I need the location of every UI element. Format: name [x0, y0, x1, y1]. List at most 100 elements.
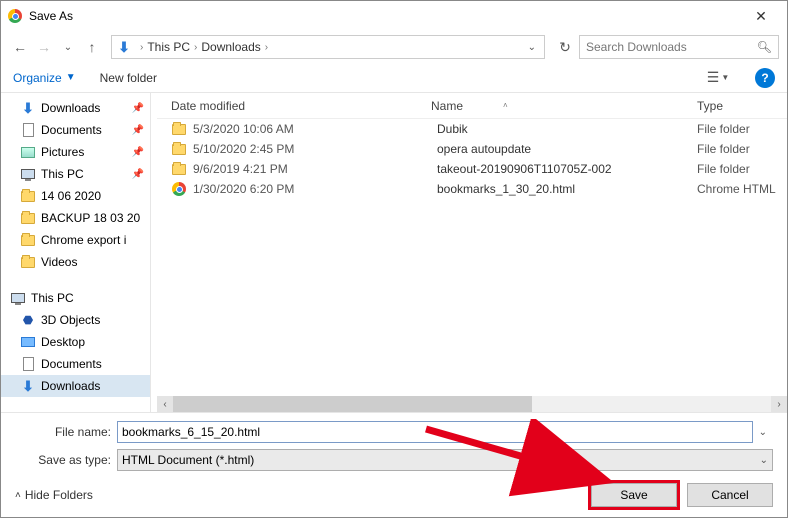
chrome-icon	[7, 8, 23, 24]
refresh-button[interactable]: ↻	[553, 35, 577, 59]
window-title: Save As	[29, 9, 741, 23]
chevron-down-icon: ⌄	[760, 455, 768, 466]
address-bar[interactable]: ⬇ › This PC › Downloads › ⌄	[111, 35, 545, 59]
cancel-button[interactable]: Cancel	[687, 483, 773, 507]
download-icon: ⬇	[21, 379, 35, 393]
table-row[interactable]: 9/6/2019 4:21 PMtakeout-20190906T110705Z…	[157, 159, 787, 179]
type-value: HTML Document (*.html)	[122, 453, 254, 467]
sidebar-label: 14 06 2020	[41, 189, 101, 203]
sidebar-label: Videos	[41, 255, 77, 269]
col-date[interactable]: Date modified	[171, 99, 431, 113]
organize-button[interactable]: Organize ▼	[13, 71, 76, 85]
folder-icon	[21, 233, 35, 247]
table-row[interactable]: 1/30/2020 6:20 PMbookmarks_1_30_20.htmlC…	[157, 179, 787, 199]
sidebar-item-documents[interactable]: Documents	[1, 353, 150, 375]
objects-icon: ⬣	[21, 313, 35, 327]
cell-type: File folder	[697, 142, 787, 156]
save-label: Save	[620, 488, 647, 502]
sort-indicator-icon: ˄	[503, 101, 508, 110]
type-row: Save as type: HTML Document (*.html) ⌄	[15, 449, 773, 471]
folder-icon	[171, 121, 187, 137]
cell-name: takeout-20190906T110705Z-002	[437, 162, 697, 176]
filename-input[interactable]	[117, 421, 753, 443]
hide-folders-button[interactable]: ˄ Hide Folders	[15, 488, 93, 502]
cell-type: File folder	[697, 162, 787, 176]
sidebar-label: BACKUP 18 03 20	[41, 211, 140, 225]
col-name-label: Name	[431, 99, 463, 113]
view-options-button[interactable]: ☰▼	[705, 67, 731, 89]
sidebar-label: This PC	[41, 167, 84, 181]
sidebar-label: Chrome export i	[41, 233, 126, 247]
desktop-icon	[21, 335, 35, 349]
type-label: Save as type:	[15, 453, 111, 467]
navbar: ← → ⌄ ↑ ⬇ › This PC › Downloads › ⌄ ↻ Se…	[1, 31, 787, 63]
address-dropdown[interactable]: ⌄	[524, 42, 540, 53]
forward-button[interactable]: →	[33, 36, 55, 58]
titlebar: Save As ✕	[1, 1, 787, 31]
help-button[interactable]: ?	[755, 68, 775, 88]
cell-date: 5/3/2020 10:06 AM	[193, 122, 437, 136]
type-combo[interactable]: HTML Document (*.html) ⌄	[117, 449, 773, 471]
recent-dropdown[interactable]: ⌄	[57, 36, 79, 58]
pin-icon: 📌	[132, 147, 144, 158]
scroll-right-icon[interactable]: ›	[771, 396, 787, 412]
sidebar-item-pictures[interactable]: Pictures📌	[1, 141, 150, 163]
sidebar-item-thispc[interactable]: This PC 📌	[1, 163, 150, 185]
table-row[interactable]: 5/3/2020 10:06 AMDubikFile folder	[157, 119, 787, 139]
scroll-left-icon[interactable]: ‹	[157, 396, 173, 412]
pin-icon: 📌	[132, 103, 144, 114]
chevron-up-icon: ˄	[15, 490, 21, 501]
sidebar-item-downloads[interactable]: ⬇Downloads📌	[1, 97, 150, 119]
sidebar-label: Desktop	[41, 335, 85, 349]
breadcrumb-seg-0[interactable]: This PC	[147, 40, 190, 54]
sidebar-label: Downloads	[41, 101, 100, 115]
save-as-dialog: Save As ✕ ← → ⌄ ↑ ⬇ › This PC › Download…	[0, 0, 788, 518]
sidebar-item-videos[interactable]: Videos	[1, 251, 150, 273]
rows: 5/3/2020 10:06 AMDubikFile folder 5/10/2…	[157, 119, 787, 396]
pin-icon: 📌	[132, 169, 144, 180]
filename-label: File name:	[15, 425, 111, 439]
table-row[interactable]: 5/10/2020 2:45 PMopera autoupdateFile fo…	[157, 139, 787, 159]
col-name[interactable]: Name ˄	[431, 99, 697, 113]
scroll-thumb[interactable]	[173, 396, 532, 412]
cell-type: Chrome HTML	[697, 182, 787, 196]
cancel-label: Cancel	[711, 488, 748, 502]
new-folder-button[interactable]: New folder	[100, 71, 157, 85]
sidebar-item-folder[interactable]: Chrome export i	[1, 229, 150, 251]
folder-icon	[21, 255, 35, 269]
sidebar: ⬇Downloads📌 Documents📌 Pictures📌 This PC…	[1, 93, 151, 412]
toolbar: Organize ▼ New folder ☰▼ ?	[1, 63, 787, 93]
cell-date: 1/30/2020 6:20 PM	[193, 182, 437, 196]
cell-type: File folder	[697, 122, 787, 136]
sidebar-item-desktop[interactable]: Desktop	[1, 331, 150, 353]
filename-dropdown[interactable]: ⌄	[753, 427, 773, 438]
pc-icon	[11, 291, 25, 305]
footer-actions: ˄ Hide Folders Save Cancel	[15, 483, 773, 507]
scroll-track[interactable]	[173, 396, 771, 412]
column-headers: Date modified Name ˄ Type	[157, 93, 787, 119]
sidebar-item-downloads[interactable]: ⬇Downloads	[1, 375, 150, 397]
pin-icon: 📌	[132, 125, 144, 136]
search-input[interactable]: Search Downloads 🔍︎	[579, 35, 779, 59]
col-type[interactable]: Type	[697, 99, 787, 113]
folder-icon	[171, 141, 187, 157]
up-button[interactable]: ↑	[81, 36, 103, 58]
search-placeholder: Search Downloads	[586, 40, 687, 54]
sidebar-item-3dobjects[interactable]: ⬣3D Objects	[1, 309, 150, 331]
sidebar-item-folder[interactable]: BACKUP 18 03 20	[1, 207, 150, 229]
filename-row: File name: ⌄	[15, 421, 773, 443]
horizontal-scrollbar[interactable]: ‹ ›	[157, 396, 787, 412]
save-button[interactable]: Save	[591, 483, 677, 507]
cell-name: opera autoupdate	[437, 142, 697, 156]
sidebar-section-thispc[interactable]: This PC	[1, 287, 150, 309]
footer: File name: ⌄ Save as type: HTML Document…	[1, 412, 787, 517]
sidebar-item-documents[interactable]: Documents📌	[1, 119, 150, 141]
folder-icon	[21, 211, 35, 225]
close-button[interactable]: ✕	[741, 8, 781, 25]
chrome-icon	[171, 181, 187, 197]
back-button[interactable]: ←	[9, 36, 31, 58]
file-list: Date modified Name ˄ Type 5/3/2020 10:06 …	[157, 93, 787, 412]
sidebar-item-folder[interactable]: 14 06 2020	[1, 185, 150, 207]
breadcrumb-seg-1[interactable]: Downloads	[201, 40, 260, 54]
cell-date: 9/6/2019 4:21 PM	[193, 162, 437, 176]
